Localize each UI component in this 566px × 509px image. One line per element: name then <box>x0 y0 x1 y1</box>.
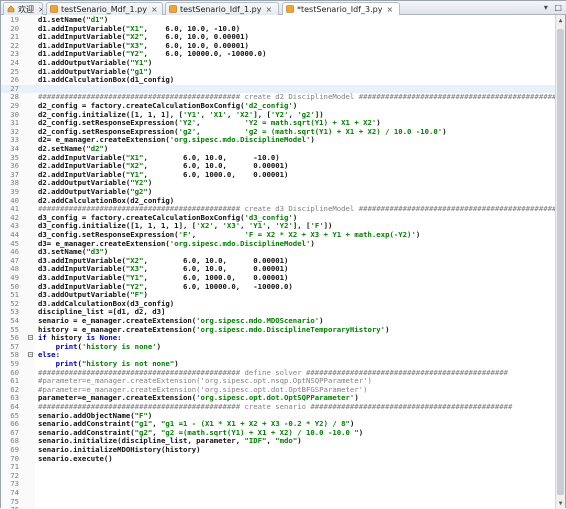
fold-toggle-icon[interactable]: − <box>28 352 33 358</box>
tab-label: testSenario_Idf_1.py <box>180 4 262 14</box>
code-line[interactable]: 74 <box>1 488 557 498</box>
scroll-down-icon[interactable]: ▼ <box>556 499 565 508</box>
code-line[interactable]: 75 <box>1 497 557 507</box>
code-line[interactable]: 71 <box>1 463 557 472</box>
tab-welcome[interactable]: 欢迎 × <box>3 2 43 15</box>
code-line[interactable]: 73 <box>1 480 557 489</box>
home-icon <box>7 5 15 13</box>
close-icon[interactable]: × <box>265 5 272 14</box>
scrollbar-thumb[interactable] <box>557 29 564 495</box>
tab-label: testSenario_Mdf_1.py <box>61 4 147 14</box>
tab-bar: 欢迎 × testSenario_Mdf_1.py × testSenario_… <box>1 1 566 15</box>
python-file-icon <box>169 5 177 13</box>
window-controls[interactable]: ▾ □ <box>544 3 564 12</box>
tab-label: 欢迎 <box>18 4 34 14</box>
scroll-up-icon[interactable]: ▲ <box>556 16 565 25</box>
code-editor-window: 欢迎 × testSenario_Mdf_1.py × testSenario_… <box>0 0 566 509</box>
code-line[interactable]: 72 <box>1 471 557 481</box>
vertical-scrollbar[interactable]: ▲ ▼ <box>555 15 565 509</box>
code-line[interactable]: 57 print('history is none') <box>1 342 557 352</box>
code-line[interactable]: 70 senario.execute() <box>1 453 557 464</box>
tab-testsenario-idf-1[interactable]: testSenario_Idf_1.py × <box>165 2 279 15</box>
close-icon[interactable]: × <box>151 5 158 14</box>
tab-testsenario-idf-3[interactable]: *testSenario_Idf_3.py × <box>282 2 400 15</box>
tab-label: *testSenario_Idf_3.py <box>297 4 383 14</box>
close-icon[interactable]: × <box>386 5 393 14</box>
code-area[interactable]: 19 d1.setName("d1") 20 d1.addInputVariable(… <box>1 15 557 509</box>
fold-toggle-icon[interactable]: − <box>28 335 33 341</box>
tab-testsenario-mdf-1[interactable]: testSenario_Mdf_1.py × <box>46 2 163 15</box>
code-line[interactable]: 26 d1.addCalculationBox(d1_config) <box>1 76 557 85</box>
python-file-icon <box>286 5 294 13</box>
code-text: d1.addCalculationBox(d1_config) <box>38 75 175 85</box>
close-icon[interactable]: × <box>38 5 42 14</box>
code-text: senario.execute() <box>38 453 113 463</box>
python-file-icon <box>50 5 58 13</box>
